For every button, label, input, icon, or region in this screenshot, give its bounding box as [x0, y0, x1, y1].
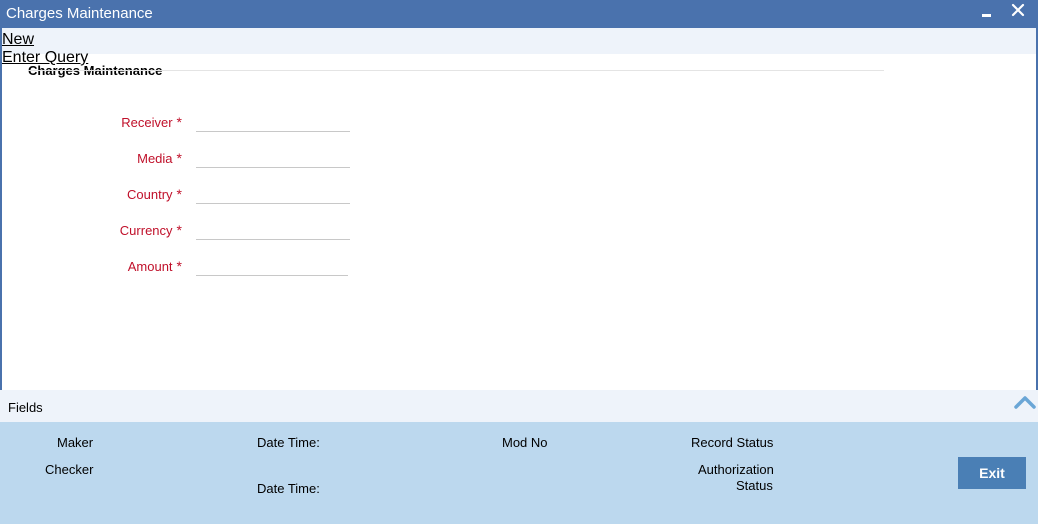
required-marker: * — [176, 258, 182, 274]
authorization-label: Authorization — [698, 462, 774, 477]
title-bar: Charges Maintenance — [0, 0, 1038, 28]
receiver-row: Receiver * — [100, 110, 360, 136]
checker-date-time-label: Date Time: — [257, 481, 320, 496]
maker-label: Maker — [57, 435, 94, 450]
country-input[interactable] — [196, 182, 350, 204]
required-marker: * — [176, 222, 182, 238]
required-marker: * — [176, 150, 182, 166]
collapse-button[interactable] — [1013, 393, 1037, 411]
new-link[interactable]: New — [2, 31, 34, 49]
minimize-button[interactable] — [980, 4, 994, 22]
checker-label: Checker — [45, 462, 94, 477]
amount-row: Amount * — [100, 254, 360, 280]
audit-footer: Maker Checker Date Time: Date Time: Mod … — [0, 422, 1038, 524]
minimize-icon — [982, 14, 991, 17]
authorization-status-label: Status — [736, 478, 773, 493]
country-label: Country * — [127, 186, 182, 202]
amount-label: Amount * — [127, 258, 182, 274]
window-title: Charges Maintenance — [6, 5, 153, 22]
media-label: Media * — [137, 150, 182, 166]
close-icon — [1011, 3, 1025, 17]
fields-bar: Fields — [0, 390, 1038, 422]
chevron-up-icon — [1014, 396, 1036, 409]
currency-row: Currency * — [100, 218, 360, 244]
exit-button[interactable]: Exit — [958, 457, 1026, 489]
required-marker: * — [176, 114, 182, 130]
receiver-input[interactable] — [196, 110, 350, 132]
record-status-label: Record Status — [691, 435, 774, 450]
mod-no-label: Mod No — [502, 435, 548, 450]
receiver-label: Receiver * — [121, 114, 182, 130]
maker-date-time-label: Date Time: — [257, 435, 320, 450]
required-marker: * — [176, 186, 182, 202]
media-row: Media * — [100, 146, 360, 172]
section-divider — [28, 70, 884, 71]
country-row: Country * — [100, 182, 360, 208]
fields-label[interactable]: Fields — [8, 400, 43, 415]
close-button[interactable] — [1009, 2, 1027, 20]
action-toolbar: New Enter Query — [2, 28, 1036, 66]
currency-label: Currency * — [119, 222, 182, 238]
charges-maintenance-window: Charges Maintenance New Enter Query Char… — [0, 0, 1038, 524]
amount-input[interactable] — [196, 254, 348, 276]
media-input[interactable] — [196, 146, 350, 168]
currency-input[interactable] — [196, 218, 350, 240]
